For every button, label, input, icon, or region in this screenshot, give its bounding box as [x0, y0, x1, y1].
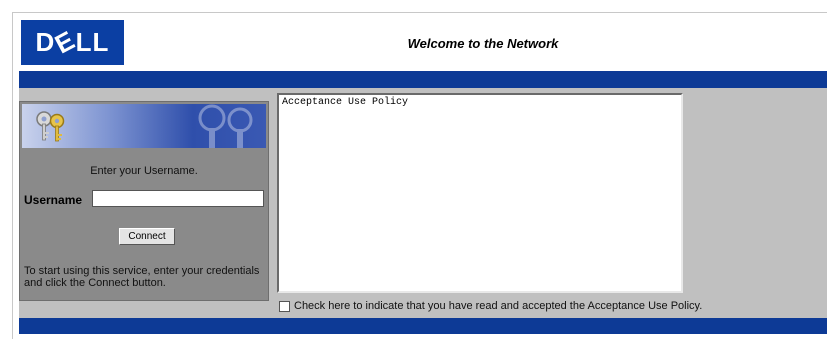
accept-row: Check here to indicate that you have rea… — [279, 300, 702, 312]
keys-watermark-icon — [198, 104, 253, 148]
username-label: Username — [24, 193, 83, 207]
dell-logo: D E LL — [21, 20, 124, 65]
connect-button[interactable]: Connect — [119, 228, 175, 245]
bottom-blue-bar — [19, 318, 827, 334]
keys-icon — [36, 111, 65, 142]
portal-frame: D E LL Welcome to the Network Enter your… — [12, 12, 827, 339]
welcome-title: Welcome to the Network — [407, 36, 559, 51]
header: D E LL Welcome to the Network — [13, 13, 827, 71]
accept-checkbox[interactable] — [279, 300, 290, 312]
login-panel: Enter your Username. Username Connect To… — [19, 101, 269, 301]
username-input[interactable] — [92, 190, 264, 207]
accept-label[interactable]: Check here to indicate that you have rea… — [294, 300, 702, 312]
policy-textarea[interactable]: Acceptance Use Policy — [277, 93, 683, 293]
top-blue-bar — [19, 71, 827, 88]
login-banner — [22, 104, 266, 148]
username-prompt: Enter your Username. — [90, 165, 198, 177]
help-text: To start using this service, enter your … — [24, 265, 260, 289]
